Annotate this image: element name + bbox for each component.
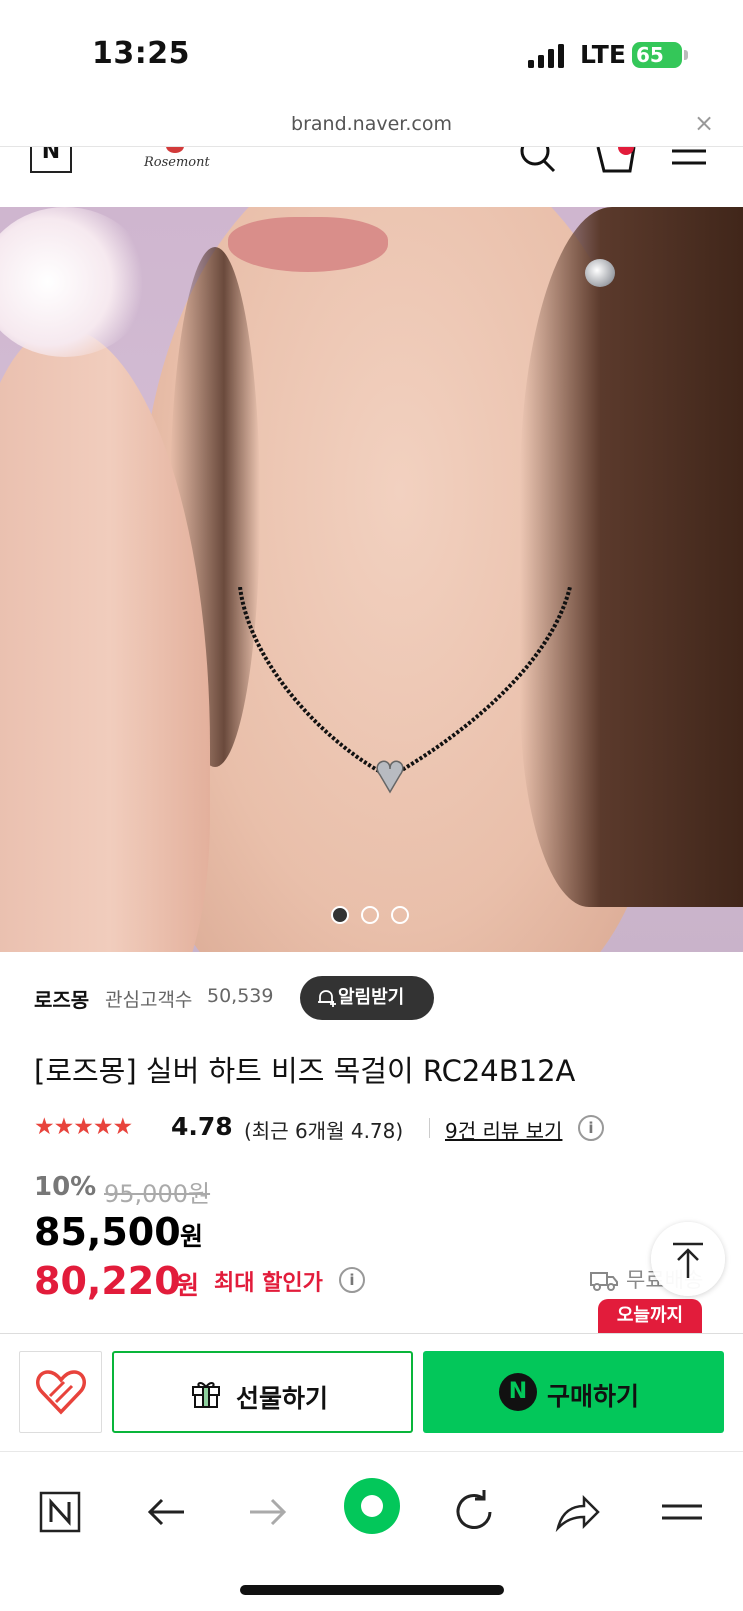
home-indicator xyxy=(240,1585,504,1595)
heart-icon xyxy=(36,1370,86,1415)
back-icon[interactable] xyxy=(138,1484,194,1540)
alarm-button[interactable]: 알림받기 xyxy=(300,976,434,1020)
fans-label: 관심고객수 xyxy=(105,989,193,1011)
brand-name[interactable]: 로즈몽 xyxy=(34,984,89,1013)
bell-icon xyxy=(318,990,336,1007)
today-badge: 오늘까지 xyxy=(598,1299,702,1333)
star-rating-icon: ★★★★★ xyxy=(34,1114,133,1140)
menu-icon[interactable] xyxy=(654,1484,710,1540)
site-header: N Rosemont xyxy=(0,147,743,207)
divider xyxy=(429,1118,430,1138)
share-icon[interactable] xyxy=(550,1484,606,1540)
gift-button-label: 선물하기 xyxy=(236,1384,329,1413)
rose-icon xyxy=(166,147,184,153)
sale-price-value: 85,500 xyxy=(34,1210,181,1254)
status-time: 13:25 xyxy=(92,36,190,71)
gallery-dot[interactable] xyxy=(331,906,349,924)
gallery-pagination xyxy=(331,906,421,926)
scroll-top-button[interactable] xyxy=(651,1222,725,1296)
buy-button-label: 구매하기 xyxy=(547,1382,640,1411)
max-discount-value: 80,220 xyxy=(34,1259,181,1303)
purchase-bar: 선물하기 N 구매하기 xyxy=(0,1333,743,1451)
signal-icon xyxy=(528,44,564,68)
product-image[interactable] xyxy=(0,207,743,952)
alarm-button-label: 알림받기 xyxy=(338,987,405,1008)
rating-row: ★★★★★ 4.78 (최근 6개월 4.78) 9건 리뷰 보기 i xyxy=(34,1112,724,1144)
url-bar[interactable]: brand.naver.com × xyxy=(0,105,743,147)
gallery-dot[interactable] xyxy=(391,906,409,924)
max-discount-label: 최대 할인가 xyxy=(214,1271,323,1296)
review-link[interactable]: 9건 리뷰 보기 xyxy=(445,1115,562,1144)
discount-percent: 10% xyxy=(34,1172,97,1202)
necklace-illustration xyxy=(238,587,572,794)
search-icon[interactable] xyxy=(518,147,558,177)
arrow-up-icon xyxy=(673,1242,703,1278)
close-icon[interactable]: × xyxy=(694,109,714,137)
flower xyxy=(0,207,150,357)
sale-price: 85,500 xyxy=(34,1210,181,1254)
browser-toolbar xyxy=(0,1451,743,1611)
menu-icon[interactable] xyxy=(670,147,708,173)
max-discount-currency: 원 xyxy=(176,1271,200,1300)
buy-button[interactable]: N 구매하기 xyxy=(423,1351,724,1433)
heart-earring xyxy=(585,259,615,287)
naver-pay-icon: N xyxy=(499,1373,537,1411)
status-bar: 13:25 LTE 65 xyxy=(0,0,743,105)
original-price: 95,000원 xyxy=(104,1180,211,1208)
cart-icon[interactable] xyxy=(594,147,640,177)
product-title: [로즈몽] 실버 하트 비즈 목걸이 RC24B12A xyxy=(34,1054,576,1088)
green-dot-icon[interactable] xyxy=(343,1477,401,1535)
naver-logo[interactable]: N xyxy=(30,147,72,173)
battery-icon: 65 xyxy=(632,42,682,68)
brand-logo-text: Rosemont xyxy=(144,155,210,170)
sale-price-currency: 원 xyxy=(180,1222,204,1251)
info-icon[interactable]: i xyxy=(339,1267,365,1293)
truck-icon xyxy=(590,1272,618,1291)
naver-home-icon[interactable] xyxy=(32,1484,88,1540)
gift-button[interactable]: 선물하기 xyxy=(112,1351,413,1433)
url-text[interactable]: brand.naver.com xyxy=(0,113,743,135)
recent-rating: (최근 6개월 4.78) xyxy=(244,1119,404,1143)
battery-level: 65 xyxy=(636,43,664,67)
gift-icon xyxy=(192,1381,220,1408)
gallery-dot[interactable] xyxy=(361,906,379,924)
battery-tip xyxy=(684,50,688,60)
model-lips xyxy=(228,217,388,272)
brand-logo[interactable]: Rosemont xyxy=(144,147,214,175)
network-type: LTE xyxy=(580,40,626,69)
forward-icon[interactable] xyxy=(240,1484,296,1540)
refresh-icon[interactable] xyxy=(446,1484,502,1540)
fans-count: 50,539 xyxy=(207,985,274,1007)
rating-score: 4.78 xyxy=(171,1112,233,1141)
info-icon[interactable]: i xyxy=(578,1115,604,1141)
wishlist-button[interactable] xyxy=(19,1351,102,1433)
max-discount-price: 80,220 xyxy=(34,1259,181,1303)
